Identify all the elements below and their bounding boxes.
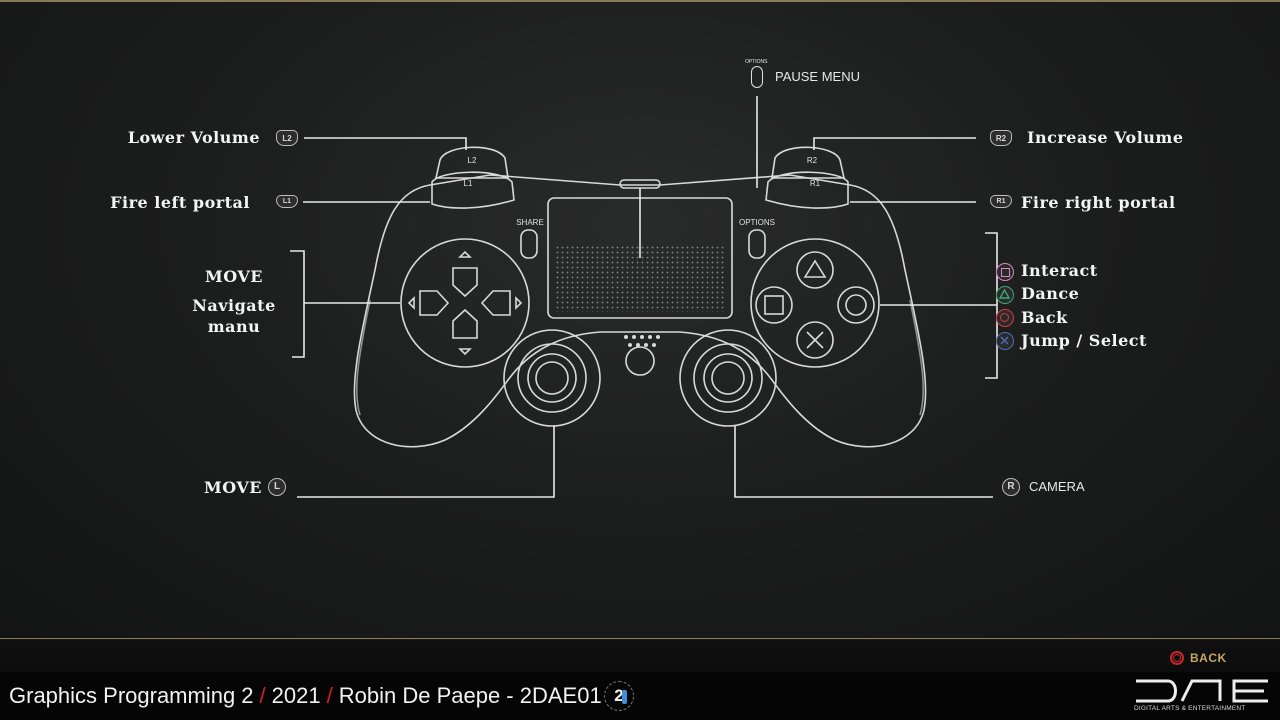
separator: / xyxy=(259,683,266,708)
r2-badge-icon: R2 xyxy=(990,130,1012,146)
footer-credits: Graphics Programming 2/2021/Robin De Pae… xyxy=(9,683,602,709)
face-area-shape xyxy=(750,238,880,368)
right-stick-callout-line xyxy=(734,426,993,498)
dpad-right-shape xyxy=(480,290,511,316)
year: 2021 xyxy=(271,683,321,708)
square-icon xyxy=(996,263,1014,281)
options-icon xyxy=(751,66,763,88)
jump-select-label: Jump / Select xyxy=(1021,331,1147,350)
author: Robin De Paepe - 2DAE01 xyxy=(338,683,602,708)
dpad-navigate-label: Navigate xyxy=(192,296,276,315)
interact-label: Interact xyxy=(1021,261,1098,280)
pause-menu-label: PAUSE MENU xyxy=(775,69,860,84)
ps-button-shape xyxy=(625,346,655,376)
left-stick-callout-line xyxy=(297,426,555,498)
controller-l2-label: L2 xyxy=(468,156,477,165)
controller-r1-label: R1 xyxy=(810,179,821,188)
l2-badge-icon: L2 xyxy=(276,130,298,146)
options-button-shape xyxy=(748,229,766,259)
dpad-left-shape xyxy=(419,290,450,316)
camera-label: CAMERA xyxy=(1029,479,1085,494)
triangle-button-shape xyxy=(796,251,834,289)
dae-logo xyxy=(1136,679,1268,703)
dpad-down-shape xyxy=(452,308,478,339)
r1-label: Fire right portal xyxy=(1021,193,1176,212)
dpad-up-shape xyxy=(452,267,478,298)
l2-callout-line xyxy=(304,137,467,150)
right-stick-badge-icon: R xyxy=(1002,478,1020,496)
r1-badge-icon: R1 xyxy=(990,195,1012,208)
square-button-shape xyxy=(755,286,793,324)
left-stick-label: MOVE xyxy=(204,478,262,497)
circle-button-icon xyxy=(1170,651,1184,665)
bottom-divider xyxy=(0,638,1280,639)
cross-icon xyxy=(996,332,1014,350)
controller-r2-label: R2 xyxy=(807,156,818,165)
l2-label: Lower Volume xyxy=(127,128,260,147)
dpad-move-label: MOVE xyxy=(205,267,263,286)
triangle-icon xyxy=(996,286,1014,304)
circle-button-shape xyxy=(837,286,875,324)
controller-options-label: OPTIONS xyxy=(739,218,775,227)
controller-l1-label: L1 xyxy=(464,179,473,188)
dpad-manu-label: manu xyxy=(207,317,261,336)
controls-screen: SHARE OPTIONS L2 L1 R2 R1 Lower Volume L… xyxy=(0,0,1280,640)
controller-share-label: SHARE xyxy=(516,218,544,227)
l1-label: Fire left portal xyxy=(110,193,250,212)
figure-icon xyxy=(622,690,627,704)
left-stick-badge-icon: L xyxy=(268,478,286,496)
course-title: Graphics Programming 2 xyxy=(9,683,254,708)
r2-label: Increase Volume xyxy=(1027,128,1184,147)
back-button[interactable]: BACK xyxy=(1170,650,1227,666)
separator: / xyxy=(326,683,333,708)
back-label: Back xyxy=(1021,308,1068,327)
circle-icon xyxy=(996,309,1014,327)
options-small-label: OPTIONS xyxy=(745,59,768,65)
dance-label: Dance xyxy=(1021,284,1080,303)
l1-badge-icon: L1 xyxy=(276,195,298,208)
r2-callout-line xyxy=(813,137,976,150)
dae-tagline: DIGITAL ARTS & ENTERTAINMENT xyxy=(1134,705,1246,712)
back-button-label: BACK xyxy=(1190,651,1227,665)
dpad-bracket xyxy=(290,250,305,358)
course-logo: 2 xyxy=(604,681,634,711)
share-button-shape xyxy=(520,229,538,259)
